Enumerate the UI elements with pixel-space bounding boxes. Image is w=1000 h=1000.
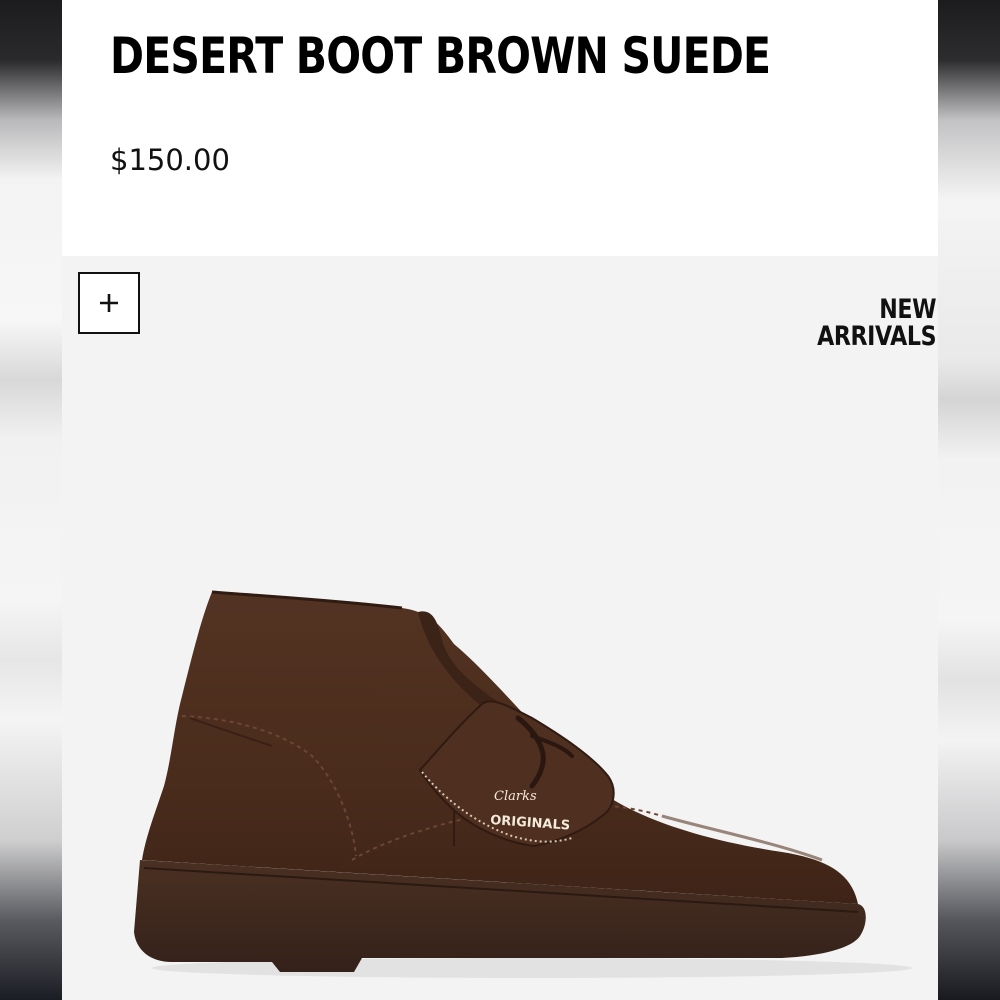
product-title: DESERT BOOT BROWN SUEDE: [110, 27, 771, 85]
product-image: Clarks ORIGINALS: [134, 590, 912, 978]
zoom-button[interactable]: [78, 272, 140, 334]
product-image-gallery[interactable]: Clarks ORIGINALS NEW ARRIVALS: [62, 256, 938, 1000]
blurred-backdrop-left: [0, 0, 62, 1000]
svg-text:Clarks: Clarks: [494, 789, 537, 804]
blurred-backdrop-right: [938, 0, 1000, 1000]
badge-line-arrivals: ARRIVALS: [816, 321, 936, 352]
product-price: $150.00: [110, 143, 230, 177]
new-arrivals-badge: NEW ARRIVALS: [817, 296, 936, 350]
badge-line-new: NEW: [879, 294, 936, 325]
product-page: DESERT BOOT BROWN SUEDE $150.00 Clarks O…: [0, 0, 1000, 1000]
plus-icon: [100, 294, 118, 312]
product-card: DESERT BOOT BROWN SUEDE $150.00 Clarks O…: [62, 0, 938, 1000]
